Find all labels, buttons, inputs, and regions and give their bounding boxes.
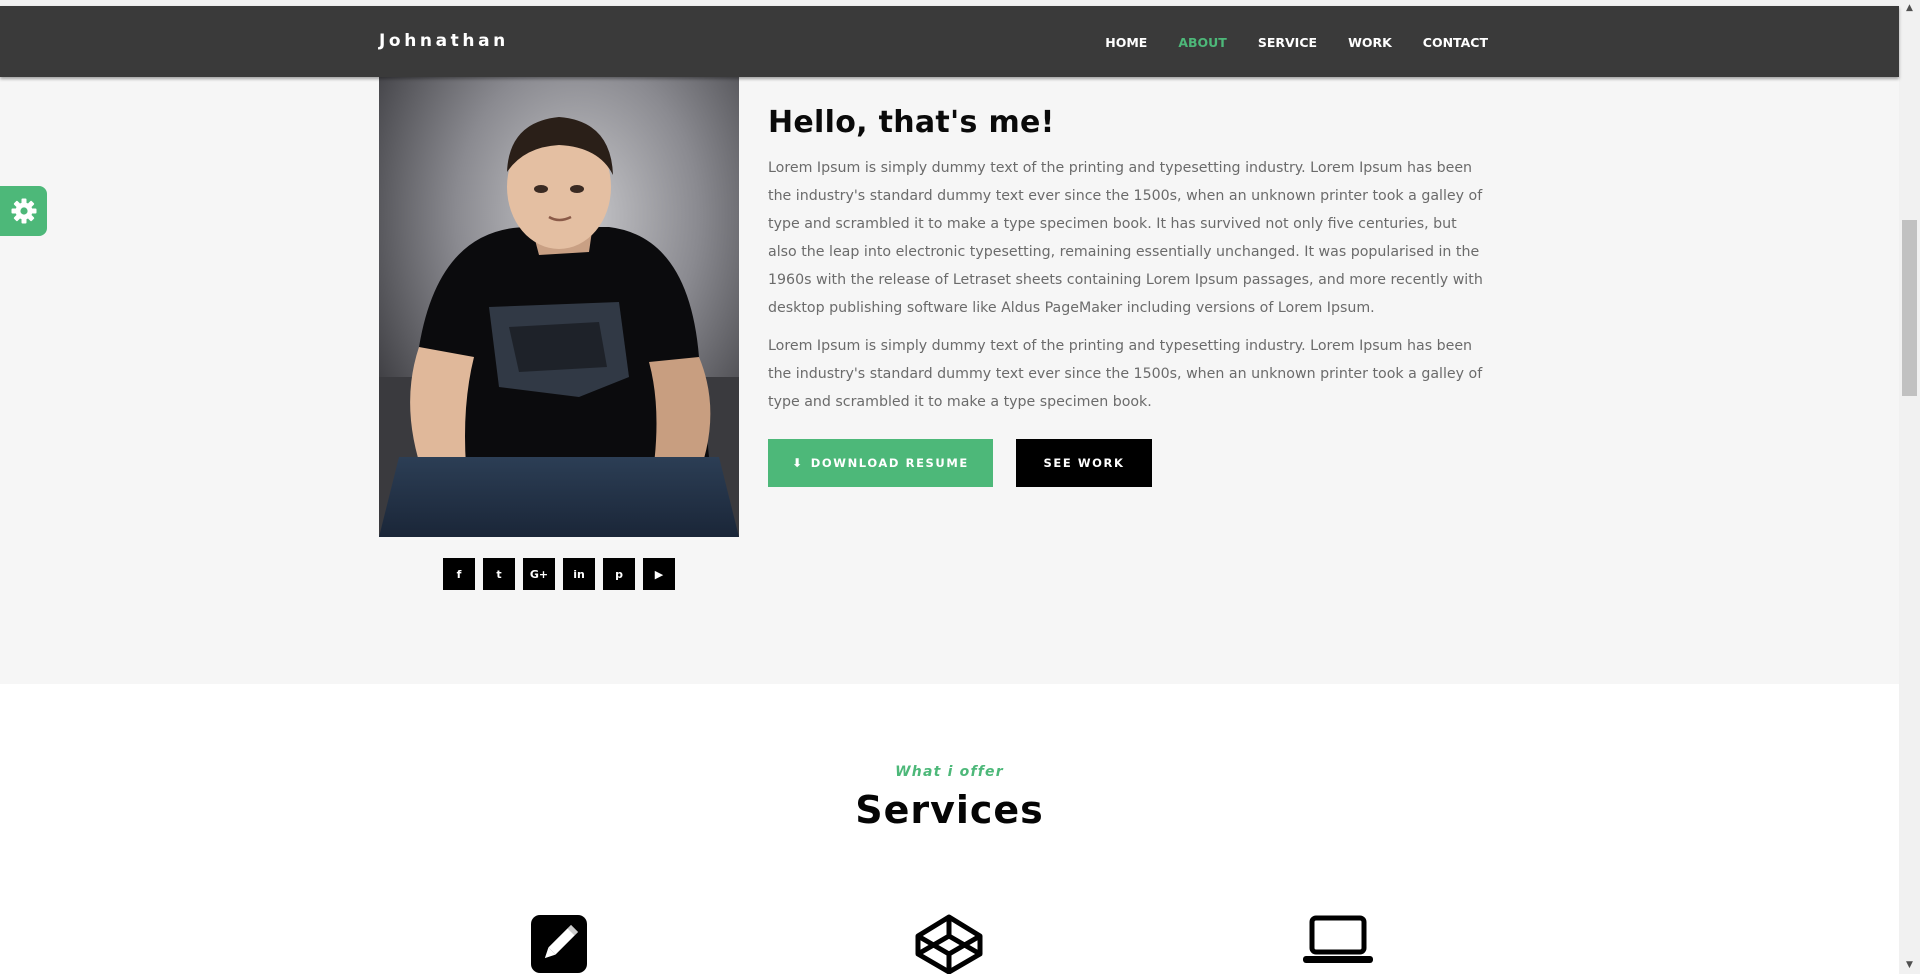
nav-item-work[interactable]: WORK [1348,35,1392,50]
about-paragraph-1: Lorem Ipsum is simply dummy text of the … [768,160,1483,316]
brand-logo[interactable]: Johnathan [379,31,509,51]
codepen-icon [915,914,983,974]
profile-photo [379,77,739,537]
scroll-down-icon[interactable]: ▼ [1899,957,1920,974]
main-nav: HOME ABOUT SERVICE WORK CONTACT [1105,35,1488,50]
nav-item-home[interactable]: HOME [1105,35,1147,50]
nav-item-service[interactable]: SERVICE [1258,35,1317,50]
linkedin-icon[interactable]: in [563,558,595,590]
gear-icon [11,198,36,224]
see-work-button[interactable]: SEE WORK [1016,439,1152,487]
services-subtitle: What i offer [895,764,1004,780]
settings-toggle[interactable] [0,186,47,236]
laptop-icon [1303,915,1373,963]
twitter-icon[interactable]: t [483,558,515,590]
services-section: What i offer Services [0,684,1899,974]
download-resume-button[interactable]: ⬇ DOWNLOAD RESUME [768,439,993,487]
navbar: Johnathan HOME ABOUT SERVICE WORK CONTAC… [0,6,1899,77]
download-icon: ⬇ [792,456,804,470]
pencil-icon [531,915,587,973]
about-buttons: ⬇ DOWNLOAD RESUME SEE WORK [768,439,1488,487]
scrollbar-thumb[interactable] [1902,220,1917,396]
facebook-icon[interactable]: f [443,558,475,590]
pinterest-icon[interactable]: p [603,558,635,590]
about-paragraph-2: Lorem Ipsum is simply dummy text of the … [768,338,1483,410]
google-plus-icon[interactable]: G+ [523,558,555,590]
scroll-up-icon[interactable]: ▲ [1899,0,1920,17]
about-heading: Hello, that's me! [768,105,1055,140]
about-section: f t G+ in p ▶ Hello, that's me! Lorem Ip… [0,77,1899,684]
nav-item-contact[interactable]: CONTACT [1423,35,1488,50]
download-resume-label: DOWNLOAD RESUME [810,456,969,470]
about-text: Hello, that's me! Lorem Ipsum is simply … [768,105,1488,487]
social-links: f t G+ in p ▶ [443,558,675,590]
youtube-icon[interactable]: ▶ [643,558,675,590]
page-scrollbar[interactable]: ▲ ▼ [1899,0,1920,974]
nav-item-about[interactable]: ABOUT [1178,35,1227,50]
services-title: Services [855,788,1044,832]
